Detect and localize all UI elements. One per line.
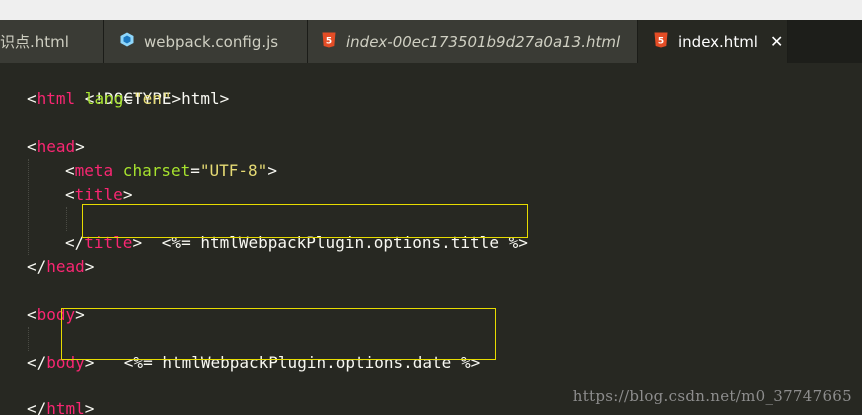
code-line: <html lang="en"> xyxy=(27,87,181,111)
bracket: > xyxy=(75,137,85,156)
svg-text:5: 5 xyxy=(658,36,664,46)
webpack-cube-icon xyxy=(120,32,134,51)
tab-index-html[interactable]: 5 index.html ✕ xyxy=(638,20,788,63)
attr-name: charset xyxy=(113,161,191,180)
tag-name: head xyxy=(46,257,85,276)
tab-label: index-00ec173501b9d27a0a13.html xyxy=(346,32,621,51)
tag-name: title xyxy=(74,185,123,204)
equals: = xyxy=(123,89,133,108)
code-line: <head> xyxy=(27,135,85,159)
bracket: > xyxy=(267,161,277,180)
tag-name: html xyxy=(46,399,85,415)
html5-icon: 5 xyxy=(654,32,668,52)
indent-guide xyxy=(66,207,67,231)
bracket: < xyxy=(27,305,37,324)
tag-name: meta xyxy=(74,161,114,180)
highlight-box-title xyxy=(82,204,528,238)
tag-name: head xyxy=(36,137,76,156)
tab-webpack-config-js[interactable]: webpack.config.js xyxy=(104,20,308,63)
tab-zhishidian-html[interactable]: 识点.html xyxy=(0,20,104,63)
attr-name: lang xyxy=(75,89,124,108)
bracket: </ xyxy=(27,353,47,372)
window-top-strip xyxy=(0,0,862,20)
bracket: < xyxy=(27,137,37,156)
tag-name: html xyxy=(36,89,76,108)
code-line: </html> xyxy=(27,397,94,415)
html5-icon: 5 xyxy=(322,32,336,52)
attr-value: "en" xyxy=(132,89,172,108)
equals: = xyxy=(190,161,200,180)
tab-label: 识点.html xyxy=(0,33,69,51)
code-line: <meta charset="UTF-8"> xyxy=(65,159,277,183)
watermark: https://blog.csdn.net/m0_37747665 xyxy=(572,387,852,405)
code-line: <!DOCTYPE html> xyxy=(27,63,230,108)
code-line: </head> xyxy=(27,255,94,279)
close-icon[interactable]: ✕ xyxy=(770,33,783,50)
tab-label: index.html xyxy=(678,32,758,51)
highlight-box-body xyxy=(61,308,496,360)
bracket: > xyxy=(171,89,182,108)
bracket: > xyxy=(84,257,95,276)
bracket: < xyxy=(65,161,75,180)
indent-guide xyxy=(28,327,29,351)
bracket: </ xyxy=(27,399,47,415)
bracket: < xyxy=(27,89,37,108)
svg-text:5: 5 xyxy=(326,36,332,46)
attr-value: "UTF-8" xyxy=(199,161,268,180)
tab-label: webpack.config.js xyxy=(144,32,279,51)
bracket: </ xyxy=(27,257,47,276)
bracket: > xyxy=(84,399,95,415)
bracket: > xyxy=(122,185,133,204)
indent-guide xyxy=(28,159,29,255)
editor-window: 识点.html webpack.config.js 5 index-00ec17… xyxy=(0,0,862,415)
code-editor[interactable]: <!DOCTYPE html> <html lang="en"> <head> … xyxy=(0,63,862,415)
bracket: < xyxy=(65,185,75,204)
tab-index-hash-html[interactable]: 5 index-00ec173501b9d27a0a13.html xyxy=(308,20,638,63)
tab-bar: 识点.html webpack.config.js 5 index-00ec17… xyxy=(0,20,862,63)
